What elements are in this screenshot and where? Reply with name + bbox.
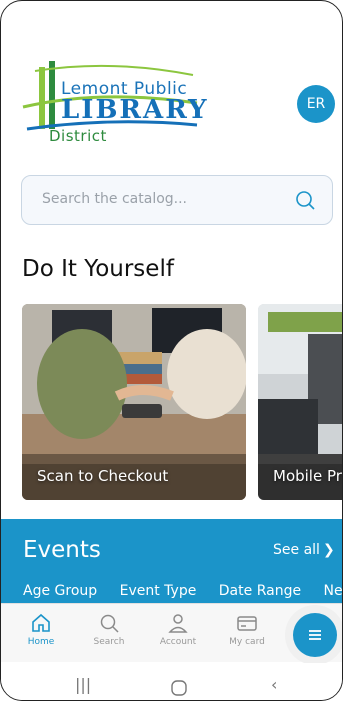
home-button-icon[interactable] bbox=[171, 680, 187, 696]
nav-my-card[interactable]: My card bbox=[217, 612, 277, 647]
card-icon bbox=[237, 616, 257, 631]
see-all-link[interactable]: See all bbox=[273, 542, 320, 558]
user-icon bbox=[168, 614, 188, 633]
events-section: Events See all ❯ Age Group Event Type Da… bbox=[1, 519, 342, 603]
system-navigation-bar: ||| ‹ bbox=[1, 663, 342, 700]
library-logo: Lemont Public LIBRARY District bbox=[21, 59, 207, 151]
chevron-right-icon[interactable]: ❯ bbox=[323, 542, 335, 558]
diy-card-mobile-print[interactable]: Mobile Pr bbox=[258, 304, 342, 500]
card-label: Scan to Checkout bbox=[37, 467, 169, 485]
nav-search[interactable]: Search bbox=[79, 612, 139, 647]
logo-text-district: District bbox=[49, 127, 107, 145]
nav-label: Account bbox=[159, 637, 197, 647]
app-screen: Lemont Public LIBRARY District ER Search… bbox=[0, 0, 343, 701]
bottom-navigation: Home Search Account My card bbox=[1, 603, 342, 662]
search-placeholder: Search the catalog... bbox=[42, 191, 188, 207]
catalog-search-input[interactable]: Search the catalog... bbox=[21, 175, 333, 225]
recent-apps-icon[interactable]: ||| bbox=[75, 675, 91, 694]
logo-text-library: LIBRARY bbox=[61, 95, 209, 125]
filter-event-type[interactable]: Event Type bbox=[120, 583, 197, 599]
card-label: Mobile Pr bbox=[273, 467, 342, 485]
nav-label: Search bbox=[93, 637, 125, 647]
user-avatar[interactable]: ER bbox=[297, 85, 335, 123]
home-icon bbox=[32, 613, 50, 632]
diy-card-scan-to-checkout[interactable]: Scan to Checkout bbox=[22, 304, 246, 500]
menu-button[interactable] bbox=[293, 613, 337, 657]
nav-home[interactable]: Home bbox=[11, 612, 71, 647]
diy-section-title: Do It Yourself bbox=[22, 256, 174, 282]
search-icon bbox=[100, 614, 119, 633]
nav-label: Home bbox=[27, 637, 55, 647]
event-filters: Age Group Event Type Date Range Ne bbox=[23, 583, 342, 599]
menu-icon bbox=[309, 630, 321, 640]
events-title: Events bbox=[23, 537, 101, 563]
nav-label: My card bbox=[229, 637, 265, 647]
filter-more[interactable]: Ne bbox=[324, 583, 342, 599]
filter-date-range[interactable]: Date Range bbox=[219, 583, 301, 599]
nav-account[interactable]: Account bbox=[148, 612, 208, 647]
search-icon[interactable] bbox=[294, 189, 316, 211]
filter-age-group[interactable]: Age Group bbox=[23, 583, 97, 599]
back-icon[interactable]: ‹ bbox=[271, 675, 277, 694]
